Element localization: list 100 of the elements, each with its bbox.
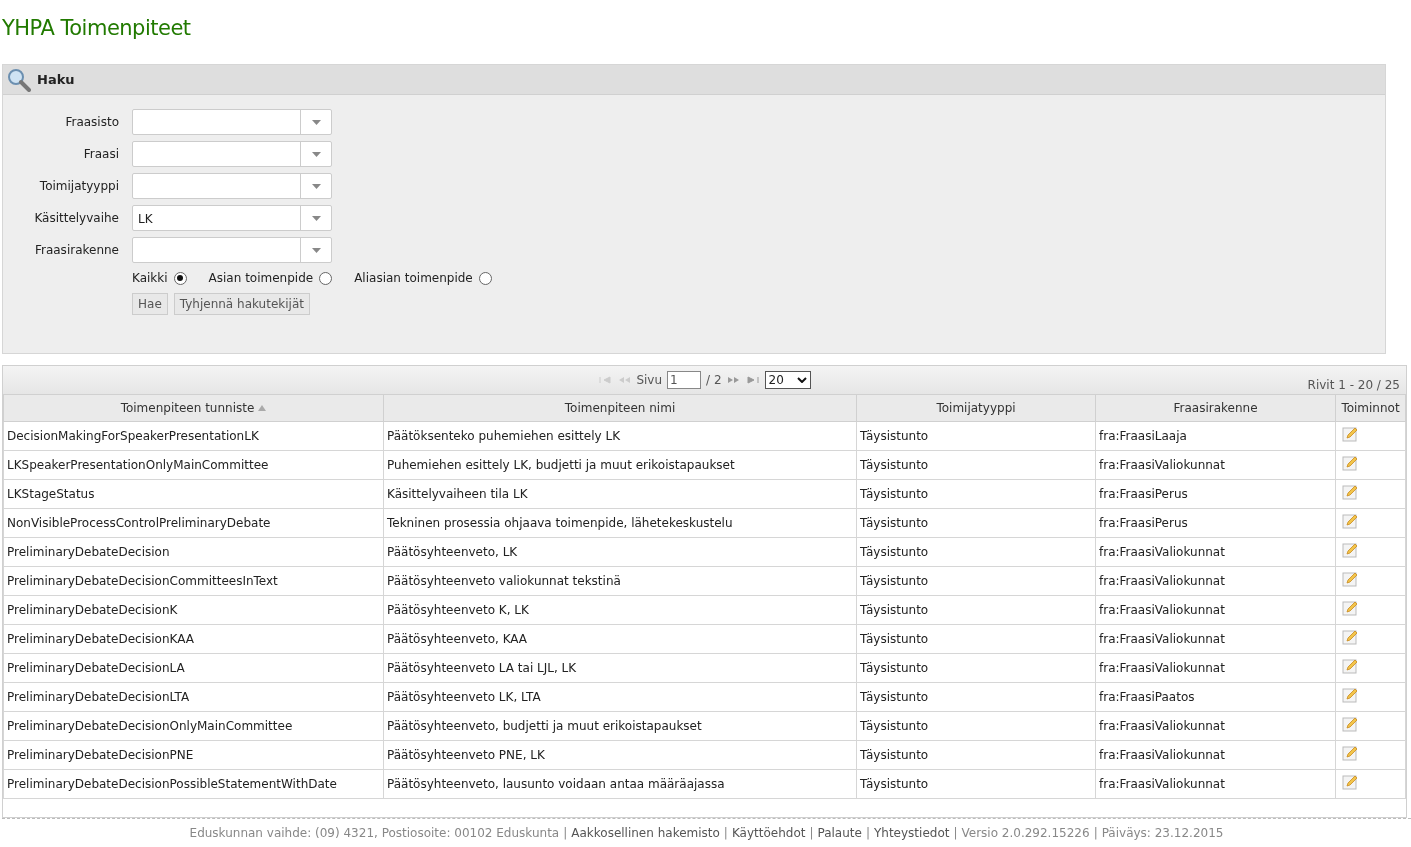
table-cell: fra:FraasiValiokunnat <box>1095 653 1336 683</box>
last-page-icon[interactable] <box>745 375 760 385</box>
table-cell: Täysistunto <box>856 653 1096 683</box>
table-cell: fra:FraasiPaatos <box>1095 682 1336 712</box>
page-total: / 2 <box>706 373 722 387</box>
separator: | <box>723 826 728 840</box>
separator: | <box>563 826 568 840</box>
edit-icon[interactable] <box>1342 687 1358 703</box>
radio-button[interactable] <box>173 271 187 285</box>
table-cell: Päätösyhteenveto, KAA <box>383 624 857 654</box>
edit-icon[interactable] <box>1342 774 1358 790</box>
separator: | <box>809 826 814 840</box>
action-button[interactable]: Tyhjennä hakutekijät <box>173 293 310 315</box>
table-cell: Täysistunto <box>856 769 1096 799</box>
first-page-icon[interactable] <box>598 375 613 385</box>
footer-link[interactable]: Palaute <box>817 826 862 840</box>
table-cell: Päätösyhteenveto, LK <box>383 537 857 567</box>
edit-icon[interactable] <box>1342 455 1358 471</box>
edit-icon[interactable] <box>1342 426 1358 442</box>
dropdown-field[interactable]: LK <box>132 205 332 231</box>
field-label: Toimijatyyppi <box>38 179 119 193</box>
page-label: Sivu <box>636 373 663 387</box>
table-cell: Päätöksenteko puhemiehen esittely LK <box>383 421 857 451</box>
edit-icon[interactable] <box>1342 716 1358 732</box>
caret-icon <box>311 215 321 221</box>
caret-icon <box>311 247 321 253</box>
table-cell: PreliminaryDebateDecisionLTA <box>3 682 384 712</box>
table-cell: fra:FraasiPerus <box>1095 508 1336 538</box>
radio-button[interactable] <box>319 271 333 285</box>
column-header[interactable]: Toimenpiteen tunniste <box>3 394 384 422</box>
table-cell: PreliminaryDebateDecisionPNE <box>3 740 384 770</box>
table-cell: Täysistunto <box>856 421 1096 451</box>
table-cell: Päätösyhteenveto K, LK <box>383 595 857 625</box>
footer-text: Eduskunnan vaihde: (09) 4321, Postiosoite: 00102 Eduskunta <box>189 826 560 840</box>
dropdown-field[interactable] <box>132 173 332 199</box>
field-label: Fraasisto <box>64 115 119 129</box>
table-cell: Täysistunto <box>856 711 1096 741</box>
page-input[interactable]: 1 <box>667 371 702 389</box>
edit-icon[interactable] <box>1342 745 1358 761</box>
table-cell: PreliminaryDebateDecisionK <box>3 595 384 625</box>
field-label: Fraasirakenne <box>33 243 119 257</box>
previous-page-icon[interactable] <box>617 375 632 385</box>
table-cell: PreliminaryDebateDecisionLA <box>3 653 384 683</box>
column-header[interactable]: Toiminnot <box>1335 394 1406 422</box>
table-cell: Päätösyhteenveto valiokunnat tekstinä <box>383 566 857 596</box>
action-button[interactable]: Hae <box>132 293 168 315</box>
column-header[interactable]: Toimenpiteen nimi <box>383 394 857 422</box>
table-cell: Päätösyhteenveto, budjetti ja muut erikoistapaukset <box>383 711 857 741</box>
table-cell: Täysistunto <box>856 508 1096 538</box>
table-cell: LKSpeakerPresentationOnlyMainCommittee <box>3 450 384 480</box>
next-page-icon[interactable] <box>726 375 741 385</box>
page-size-select[interactable]: 20 <box>764 371 811 389</box>
radio-label: Asian toimenpide <box>208 271 314 285</box>
radio-button[interactable] <box>478 271 492 285</box>
table-cell: fra:FraasiLaaja <box>1095 421 1336 451</box>
edit-icon[interactable] <box>1342 658 1358 674</box>
table-cell: fra:FraasiValiokunnat <box>1095 595 1336 625</box>
footer-link[interactable]: Käyttöehdot <box>731 826 806 840</box>
table-cell: fra:FraasiValiokunnat <box>1095 624 1336 654</box>
field-label: Fraasi <box>82 147 119 161</box>
table-cell: Käsittelyvaiheen tila LK <box>383 479 857 509</box>
footer-link[interactable]: Yhteystiedot <box>873 826 950 840</box>
table-cell: DecisionMakingForSpeakerPresentationLK <box>3 421 384 451</box>
table-cell: Täysistunto <box>856 450 1096 480</box>
table-cell: Täysistunto <box>856 682 1096 712</box>
table-cell: fra:FraasiValiokunnat <box>1095 740 1336 770</box>
edit-icon[interactable] <box>1342 542 1358 558</box>
dropdown-field[interactable] <box>132 141 332 167</box>
separator: | <box>1093 826 1098 840</box>
table-cell: Päätösyhteenveto, lausunto voidaan antaa määräajassa <box>383 769 857 799</box>
column-header[interactable]: Fraasirakenne <box>1095 394 1336 422</box>
table-cell: PreliminaryDebateDecisionCommitteesInText <box>3 566 384 596</box>
table-cell: Täysistunto <box>856 595 1096 625</box>
table-cell: Päätösyhteenveto PNE, LK <box>383 740 857 770</box>
separator: | <box>865 826 870 840</box>
edit-icon[interactable] <box>1342 629 1358 645</box>
table-cell: Täysistunto <box>856 566 1096 596</box>
edit-icon[interactable] <box>1342 571 1358 587</box>
table-cell: Puhemiehen esittely LK, budjetti ja muut erikoistapaukset <box>383 450 857 480</box>
search-icon <box>7 67 31 92</box>
caret-icon <box>311 183 321 189</box>
footer-text: Versio 2.0.292.15226 <box>961 826 1090 840</box>
footer-link[interactable]: Aakkosellinen hakemisto <box>571 826 720 840</box>
table-cell: Täysistunto <box>856 740 1096 770</box>
caret-icon <box>311 151 321 157</box>
table-cell: PreliminaryDebateDecisionOnlyMainCommittee <box>3 711 384 741</box>
table-cell: Täysistunto <box>856 624 1096 654</box>
table-cell: PreliminaryDebateDecision <box>3 537 384 567</box>
column-header[interactable]: Toimijatyyppi <box>856 394 1096 422</box>
edit-icon[interactable] <box>1342 513 1358 529</box>
table-cell: Päätösyhteenveto LK, LTA <box>383 682 857 712</box>
table-cell: fra:FraasiValiokunnat <box>1095 450 1336 480</box>
table-cell: Täysistunto <box>856 479 1096 509</box>
table-cell: Päätösyhteenveto LA tai LJL, LK <box>383 653 857 683</box>
edit-icon[interactable] <box>1342 600 1358 616</box>
dropdown-field[interactable] <box>132 109 332 135</box>
table-cell: Täysistunto <box>856 537 1096 567</box>
edit-icon[interactable] <box>1342 484 1358 500</box>
table-cell: fra:FraasiValiokunnat <box>1095 537 1336 567</box>
dropdown-field[interactable] <box>132 237 332 263</box>
